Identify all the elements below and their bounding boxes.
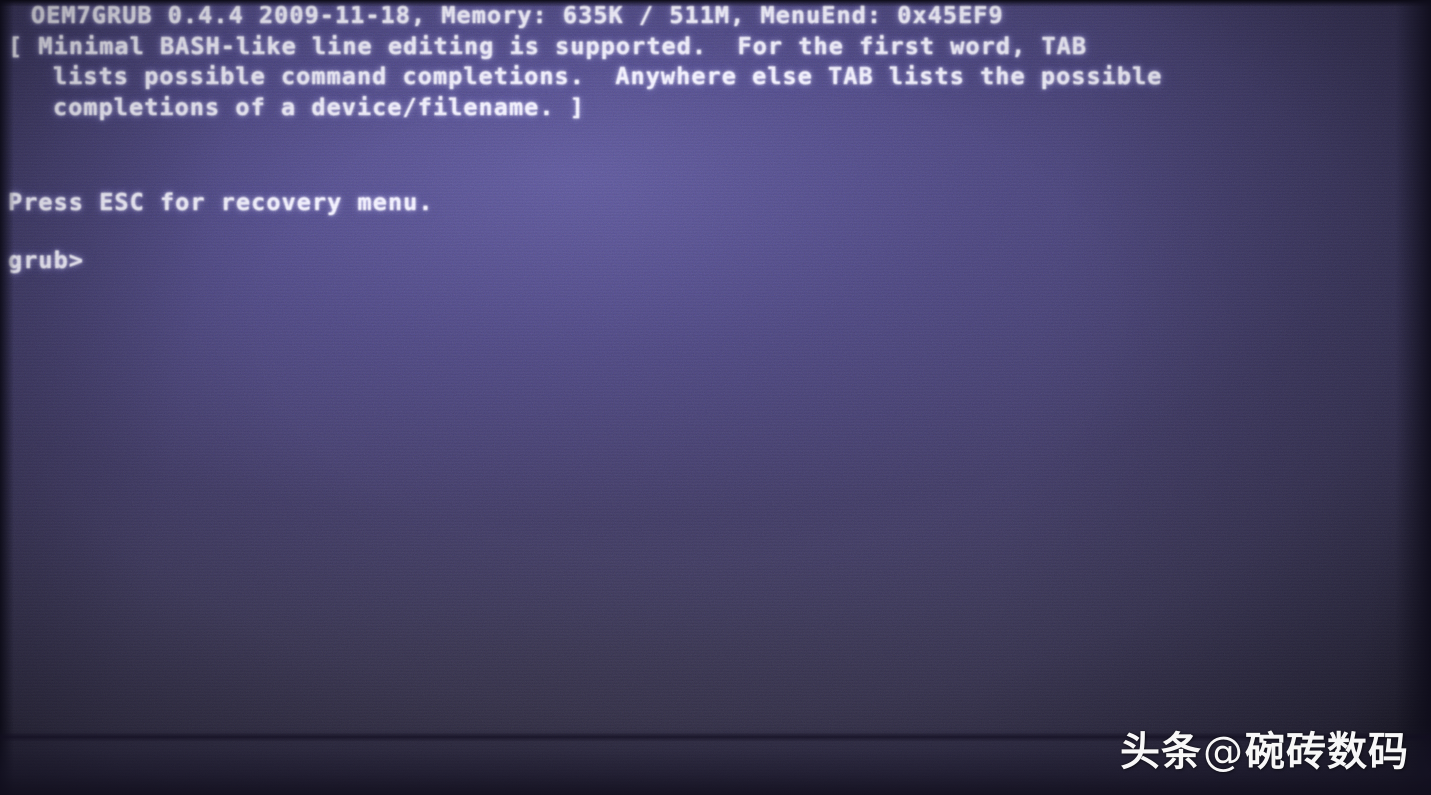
screen-background-tint (0, 0, 1431, 795)
watermark: 头条@碗砖数码 (1120, 719, 1409, 777)
watermark-account: 碗砖数码 (1245, 729, 1409, 775)
watermark-platform: 头条 (1120, 729, 1202, 775)
monitor-photo: OEM7GRUB 0.4.4 2009-11-18, Memory: 635K … (0, 0, 1431, 795)
watermark-at-symbol: @ (1203, 729, 1244, 775)
